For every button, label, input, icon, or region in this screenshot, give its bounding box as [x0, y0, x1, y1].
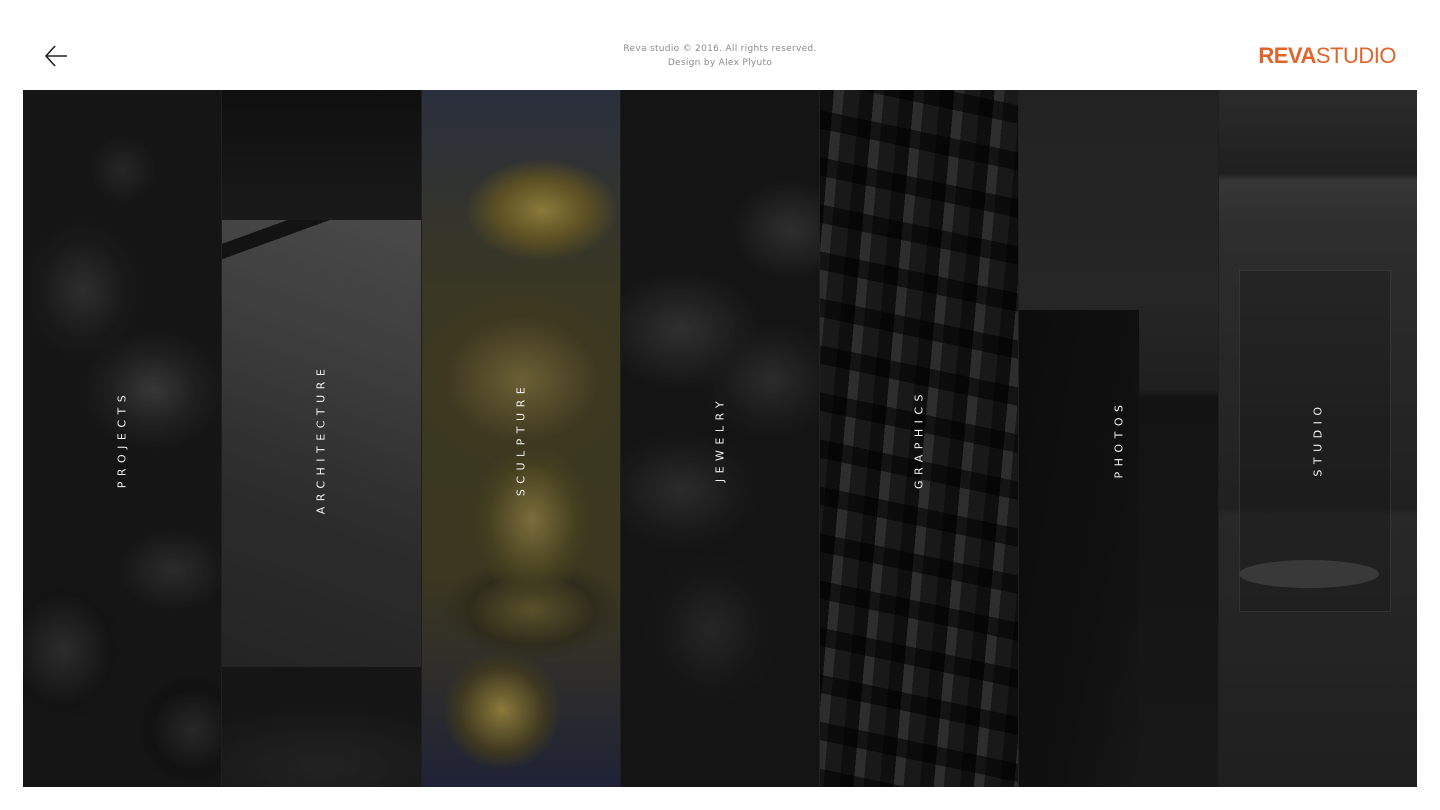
panel-projects[interactable]: PROJECTS — [23, 90, 223, 787]
copyright-notice: Reva studio © 2016. All rights reserved.… — [520, 42, 920, 70]
logo-reva: REVA — [1258, 43, 1316, 68]
panel-label-studio: STUDIO — [1311, 400, 1325, 477]
back-button[interactable] — [40, 40, 72, 72]
panel-jewelry[interactable]: JEWELRY — [620, 90, 821, 787]
panel-label-jewelry: JEWELRY — [713, 395, 727, 482]
panel-label-projects: PROJECTS — [115, 389, 129, 488]
designer-credit: Design by Alex Plyuto — [667, 58, 773, 68]
panel-label-photos: PHOTOS — [1112, 399, 1126, 478]
category-gallery: PROJECTS ARCHITECTURE SCULPTURE JEWELRY … — [23, 90, 1417, 787]
arrow-left-icon — [44, 45, 67, 67]
panel-label-architecture: ARCHITECTURE — [314, 363, 328, 514]
header: Reva studio © 2016. All rights reserved.… — [0, 0, 1440, 90]
logo-studio: STUDIO — [1315, 43, 1397, 68]
panel-sculpture[interactable]: SCULPTURE — [421, 90, 621, 787]
panel-studio[interactable]: STUDIO — [1218, 90, 1417, 787]
panel-photos[interactable]: PHOTOS — [1019, 90, 1219, 787]
panel-label-graphics: GRAPHICS — [912, 388, 926, 489]
panel-graphics[interactable]: GRAPHICS — [820, 90, 1020, 787]
panel-architecture[interactable]: ARCHITECTURE — [222, 90, 422, 787]
logo[interactable]: REVASTUDIO — [1258, 42, 1396, 70]
panel-label-sculpture: SCULPTURE — [514, 381, 528, 496]
copyright-line: Reva studio © 2016. All rights reserved. — [623, 44, 817, 54]
